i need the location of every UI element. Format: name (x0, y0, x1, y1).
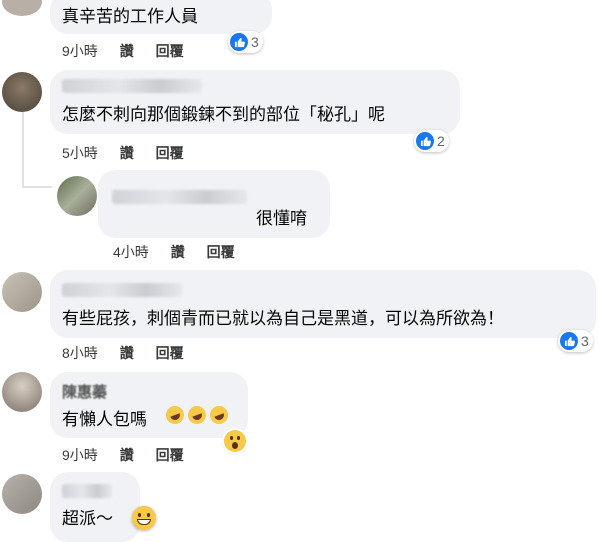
commenter-name[interactable] (62, 283, 182, 297)
avatar[interactable] (2, 474, 42, 514)
timestamp[interactable]: 9小時 (62, 42, 98, 60)
comment-actions: 9小時 讚 回覆 (62, 446, 184, 464)
thread-line (22, 186, 52, 188)
comment-actions: 5小時 讚 回覆 (62, 144, 184, 162)
comment-bubble (50, 472, 140, 542)
like-button[interactable]: 讚 (120, 144, 134, 162)
avatar[interactable] (2, 272, 42, 312)
comment-text: 有些屁孩，刺個青而已就以為自己是黑道，可以為所欲為！ (62, 309, 504, 328)
like-button[interactable]: 讚 (120, 42, 134, 60)
like-icon (416, 132, 434, 150)
thread-line (22, 112, 24, 188)
avatar[interactable] (57, 176, 97, 216)
like-icon (560, 332, 578, 350)
like-icon (230, 33, 248, 51)
like-button[interactable]: 讚 (120, 446, 134, 464)
comment-text: 很懂唷 (256, 209, 307, 228)
reply-button[interactable]: 回覆 (156, 446, 184, 464)
reply-button[interactable]: 回覆 (156, 144, 184, 162)
commenter-name[interactable]: 陳惠蓁 (62, 382, 107, 404)
like-button[interactable]: 讚 (120, 344, 134, 362)
comment-text: 有懶人包嗎 (62, 410, 147, 429)
commenter-name[interactable] (62, 484, 112, 498)
reaction-count[interactable]: 3 (558, 330, 593, 352)
timestamp[interactable]: 9小時 (62, 446, 98, 464)
grin-emoji (132, 506, 156, 530)
comment-actions: 8小時 讚 回覆 (62, 344, 184, 362)
reply-button[interactable]: 回覆 (207, 243, 235, 261)
comment-actions: 9小時 讚 回覆 (62, 42, 184, 60)
timestamp[interactable]: 5小時 (62, 144, 98, 162)
avatar[interactable] (2, 72, 42, 112)
commenter-name[interactable] (112, 190, 247, 204)
comment-text: 真辛苦的工作人員 (62, 7, 198, 26)
comment-actions: 4小時 讚 回覆 (113, 243, 235, 261)
reply-button[interactable]: 回覆 (156, 42, 184, 60)
reaction-count[interactable]: 3 (228, 31, 263, 53)
avatar[interactable] (2, 0, 42, 16)
comment-text: 怎麼不刺向那個鍛鍊不到的部位「秘孔」呢 (62, 105, 385, 124)
commenter-name[interactable] (62, 79, 202, 93)
like-button[interactable]: 讚 (171, 243, 185, 261)
timestamp[interactable]: 8小時 (62, 344, 98, 362)
comment-text: 超派～ (62, 509, 113, 528)
reaction-count[interactable]: 2 (414, 130, 449, 152)
wow-emoji[interactable] (224, 430, 246, 452)
timestamp[interactable]: 4小時 (113, 243, 149, 261)
reply-button[interactable]: 回覆 (156, 344, 184, 362)
avatar[interactable] (2, 372, 42, 412)
